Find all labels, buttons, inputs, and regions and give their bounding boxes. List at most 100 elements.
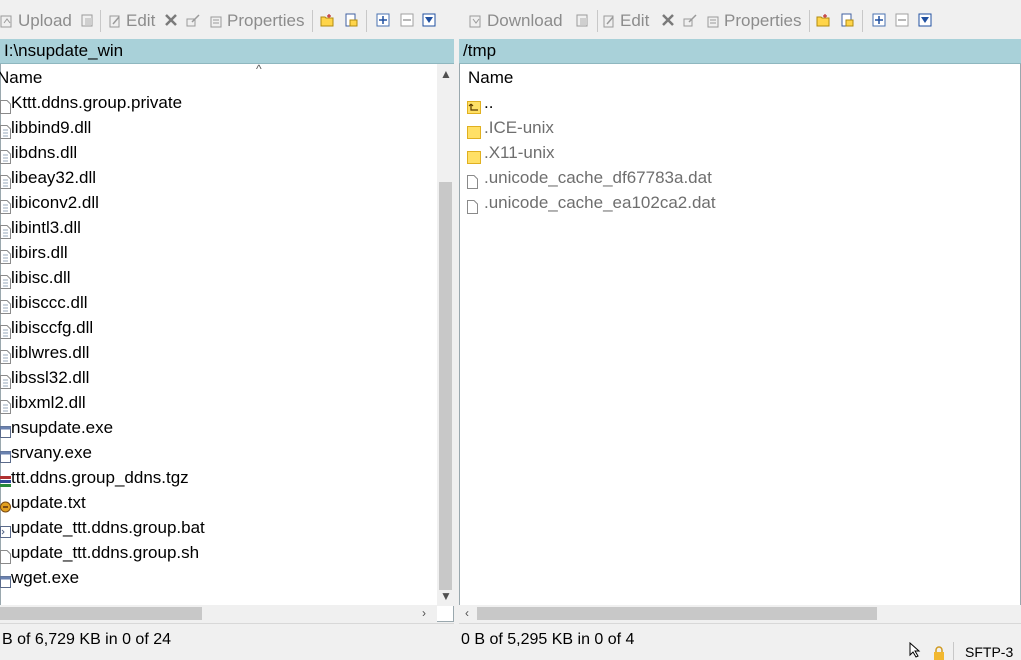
protocol-label: SFTP-3 [965,644,1014,660]
scrollbar-thumb[interactable] [439,182,452,590]
file-name: libirs.dll [11,243,68,262]
edit-button[interactable]: Edit [602,10,649,32]
file-list-item[interactable]: liblwres.dll [0,340,431,365]
remote-file-list[interactable]: Name .. .ICE-unix .X11-unix .unicode_cache_… [459,64,1021,622]
archive-icon [0,471,11,487]
file-list-item[interactable]: libiconv2.dll [0,190,431,215]
edit-label: Edit [620,11,650,30]
file-list-item[interactable]: srvany.exe [0,440,431,465]
file-list-item[interactable]: libisc.dll [0,265,431,290]
folder-icon [467,121,481,139]
file-name: ttt.ddns.group_ddns.tgz [11,468,189,487]
dll-file-icon [0,346,11,364]
filter-icon[interactable] [422,13,436,27]
exe-file-icon [0,571,11,588]
local-horizontal-scrollbar[interactable]: › [0,605,437,622]
edit-icon [109,15,120,28]
remote-horizontal-scrollbar[interactable]: ‹ [459,605,1021,622]
remote-toolbar: Download Edit Properties [459,0,1021,40]
upload-icon [0,15,12,28]
file-list-item[interactable]: Kttt.ddns.group.private [0,90,431,115]
file-name: libiconv2.dll [11,193,99,212]
dll-file-icon [0,221,11,239]
new-folder-icon[interactable] [816,13,830,27]
file-icon [467,171,478,189]
file-list-item[interactable]: libintl3.dll [0,215,431,240]
scroll-up-arrow-icon[interactable]: ▲ [440,67,452,81]
local-status-bar: B of 6,729 KB in 0 of 24 [0,623,454,660]
file-list-item[interactable]: ttt.ddns.group_ddns.tgz [0,465,431,490]
local-file-list[interactable]: Name ^ Kttt.ddns.group.private libbind9.d… [0,62,454,622]
file-list-item[interactable]: libbind9.dll [0,115,431,140]
rename-icon[interactable] [186,13,200,27]
file-list-item[interactable]: libisccc.dll [0,290,431,315]
download-queue-icon[interactable] [575,13,589,27]
file-list-item[interactable]: libdns.dll [0,140,431,165]
dll-file-icon [0,296,11,314]
download-button[interactable]: Download [469,10,563,32]
dll-file-icon [0,171,11,189]
filter-icon[interactable] [918,13,932,27]
file-name: wget.exe [11,568,80,587]
remote-path-bar[interactable]: /tmp [459,39,1021,64]
dll-file-icon [0,121,11,139]
file-list-item[interactable]: .unicode_cache_df67783a.dat [467,165,904,190]
exe-file-icon [0,446,11,463]
file-list-item[interactable]: .X11-unix [467,140,904,165]
unselect-files-icon[interactable] [400,13,414,27]
properties-button[interactable]: Properties [209,10,304,32]
dll-file-icon [0,396,11,414]
dll-file-icon [0,196,11,214]
properties-icon [210,16,222,28]
file-list-item[interactable]: wget.exe [0,565,431,590]
scroll-left-arrow-icon[interactable]: ‹ [465,606,469,620]
file-list-item[interactable]: update_ttt.ddns.group.bat [0,515,431,540]
delete-icon[interactable] [164,13,178,27]
file-list-item[interactable]: update_ttt.ddns.group.sh [0,540,431,565]
local-vertical-scrollbar[interactable]: ▲ ▼ [437,64,454,606]
remote-path: /tmp [463,41,497,60]
file-list-item[interactable]: .ICE-unix [467,115,904,140]
name-column-header[interactable]: Name [468,68,513,92]
file-icon [467,196,478,214]
file-icon [0,96,11,114]
name-column-header[interactable]: Name [0,68,42,92]
file-list-item[interactable]: .unicode_cache_ea102ca2.dat [467,190,904,215]
properties-button[interactable]: Properties [706,10,801,32]
local-path-bar[interactable]: I:\nsupdate_win [0,39,454,64]
file-name: libeay32.dll [11,168,97,187]
scrollbar-thumb[interactable] [0,607,202,620]
file-name: Kttt.ddns.group.private [11,93,183,112]
file-list-item[interactable]: libxml2.dll [0,390,431,415]
select-files-icon[interactable] [872,13,886,27]
file-name: .. [484,93,494,112]
dll-file-icon [0,146,11,164]
file-list-item[interactable]: libeay32.dll [0,165,431,190]
dll-file-icon [0,271,11,289]
scroll-right-arrow-icon[interactable]: › [422,606,426,620]
remote-pane: Download Edit Properties /tmp Name .. .IC… [459,0,1021,660]
file-name: update_ttt.ddns.group.sh [11,543,200,562]
file-name: libbind9.dll [11,118,92,137]
new-file-icon[interactable] [344,13,358,27]
delete-icon[interactable] [661,13,675,27]
file-list-item[interactable]: .. [467,90,904,115]
file-list-item[interactable]: update.txt [0,490,431,515]
upload-queue-icon[interactable] [80,13,94,27]
text-file-icon [0,496,11,513]
upload-button[interactable]: Upload [0,10,72,32]
rename-icon[interactable] [683,13,697,27]
file-list-item[interactable]: libirs.dll [0,240,431,265]
properties-icon [707,16,719,28]
unselect-files-icon[interactable] [895,13,909,27]
file-list-item[interactable]: nsupdate.exe [0,415,431,440]
scrollbar-thumb[interactable] [477,607,877,620]
file-list-item[interactable]: libssl32.dll [0,365,431,390]
new-folder-icon[interactable] [320,13,334,27]
edit-button[interactable]: Edit [108,10,155,32]
scroll-down-arrow-icon[interactable]: ▼ [440,589,452,603]
file-list-item[interactable]: libisccfg.dll [0,315,431,340]
local-status-text: B of 6,729 KB in 0 of 24 [2,631,172,648]
select-files-icon[interactable] [376,13,390,27]
new-file-icon[interactable] [840,13,854,27]
